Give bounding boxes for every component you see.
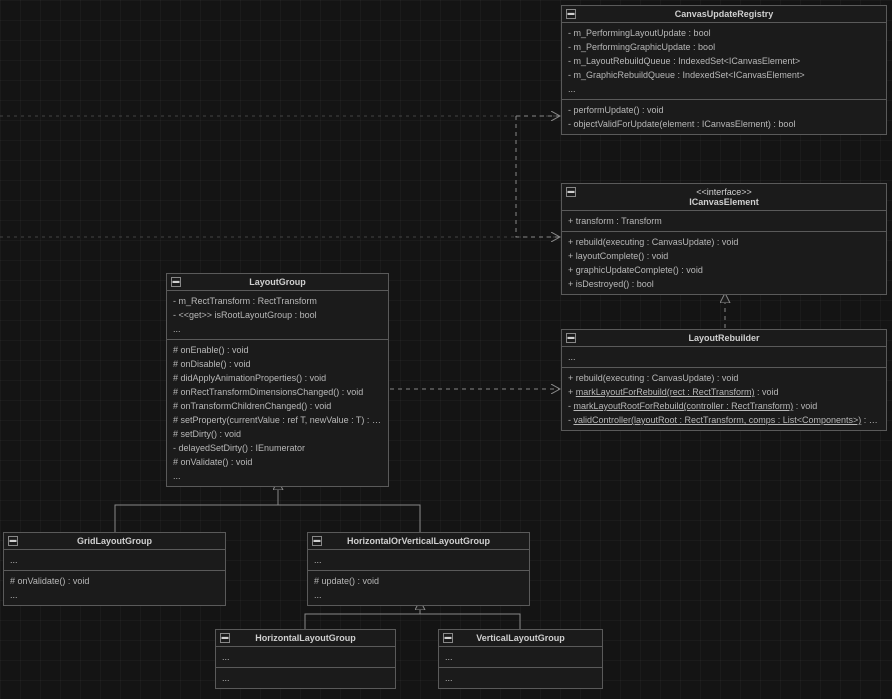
class-name: HorizontalOrVerticalLayoutGroup: [347, 536, 490, 546]
collapse-icon[interactable]: ▬: [443, 633, 453, 643]
attributes-section: - m_RectTransform : RectTransform - <<ge…: [167, 291, 388, 340]
attribute: - m_LayoutRebuildQueue : IndexedSet<ICan…: [568, 54, 880, 68]
operations-section: # update() : void ...: [308, 571, 529, 605]
operation: # onEnable() : void: [173, 343, 382, 357]
class-name: HorizontalLayoutGroup: [255, 633, 356, 643]
operation: # setDirty() : void: [173, 427, 382, 441]
class-layout-group[interactable]: ▬ LayoutGroup - m_RectTransform : RectTr…: [166, 273, 389, 487]
class-title: ▬ LayoutRebuilder: [562, 330, 886, 347]
attribute: ...: [568, 82, 880, 96]
class-name: LayoutRebuilder: [688, 333, 759, 343]
class-layout-rebuilder[interactable]: ▬ LayoutRebuilder ... + rebuild(executin…: [561, 329, 887, 431]
operations-section: + rebuild(executing : CanvasUpdate) : vo…: [562, 232, 886, 294]
operation: - performUpdate() : void: [568, 103, 880, 117]
attributes-section: ...: [216, 647, 395, 668]
class-name: LayoutGroup: [249, 277, 306, 287]
attribute: ...: [173, 322, 382, 336]
class-name: VerticalLayoutGroup: [476, 633, 565, 643]
attributes-section: ...: [4, 550, 225, 571]
attributes-section: + transform : Transform: [562, 211, 886, 232]
interface-icanvas-element[interactable]: ▬ <<interface>> ICanvasElement + transfo…: [561, 183, 887, 295]
class-horizontal-or-vertical-layout-group[interactable]: ▬ HorizontalOrVerticalLayoutGroup ... # …: [307, 532, 530, 606]
collapse-icon[interactable]: ▬: [566, 187, 576, 197]
class-name: ICanvasElement: [689, 197, 759, 207]
operation: - delayedSetDirty() : IEnumerator: [173, 441, 382, 455]
operation: # onRectTransformDimensionsChanged() : v…: [173, 385, 382, 399]
operation: + isDestroyed() : bool: [568, 277, 880, 291]
class-name: GridLayoutGroup: [77, 536, 152, 546]
collapse-icon[interactable]: ▬: [171, 277, 181, 287]
class-canvas-update-registry[interactable]: ▬ CanvasUpdateRegistry - m_PerformingLay…: [561, 5, 887, 135]
attribute: ...: [222, 650, 389, 664]
attributes-section: ...: [439, 647, 602, 668]
attribute: - m_PerformingLayoutUpdate : bool: [568, 26, 880, 40]
operation: + rebuild(executing : CanvasUpdate) : vo…: [568, 371, 880, 385]
class-title: ▬ CanvasUpdateRegistry: [562, 6, 886, 23]
class-vertical-layout-group[interactable]: ▬ VerticalLayoutGroup ... ...: [438, 629, 603, 689]
class-title: ▬ HorizontalOrVerticalLayoutGroup: [308, 533, 529, 550]
collapse-icon[interactable]: ▬: [566, 333, 576, 343]
attributes-section: ...: [562, 347, 886, 368]
operations-section: + rebuild(executing : CanvasUpdate) : vo…: [562, 368, 886, 430]
operation: ...: [10, 588, 219, 602]
class-name: CanvasUpdateRegistry: [675, 9, 774, 19]
operation: # onDisable() : void: [173, 357, 382, 371]
collapse-icon[interactable]: ▬: [566, 9, 576, 19]
attribute: + transform : Transform: [568, 214, 880, 228]
operation: # didApplyAnimationProperties() : void: [173, 371, 382, 385]
operations-section: # onValidate() : void ...: [4, 571, 225, 605]
attributes-section: ...: [308, 550, 529, 571]
attribute: ...: [568, 350, 880, 364]
class-title: ▬ <<interface>> ICanvasElement: [562, 184, 886, 211]
collapse-icon[interactable]: ▬: [220, 633, 230, 643]
collapse-icon[interactable]: ▬: [312, 536, 322, 546]
operation: + rebuild(executing : CanvasUpdate) : vo…: [568, 235, 880, 249]
attribute: ...: [10, 553, 219, 567]
attribute: - m_GraphicRebuildQueue : IndexedSet<ICa…: [568, 68, 880, 82]
operations-section: ...: [216, 668, 395, 688]
operation: # onValidate() : void: [173, 455, 382, 469]
operation: # update() : void: [314, 574, 523, 588]
operations-section: # onEnable() : void # onDisable() : void…: [167, 340, 388, 486]
class-horizontal-layout-group[interactable]: ▬ HorizontalLayoutGroup ... ...: [215, 629, 396, 689]
operation: ...: [222, 671, 389, 685]
operation: # setProperty(currentValue : ref T, newV…: [173, 413, 382, 427]
operation: # onTransformChildrenChanged() : void: [173, 399, 382, 413]
class-title: ▬ HorizontalLayoutGroup: [216, 630, 395, 647]
attribute: ...: [314, 553, 523, 567]
class-title: ▬ LayoutGroup: [167, 274, 388, 291]
collapse-icon[interactable]: ▬: [8, 536, 18, 546]
attribute: - m_RectTransform : RectTransform: [173, 294, 382, 308]
class-title: ▬ VerticalLayoutGroup: [439, 630, 602, 647]
attributes-section: - m_PerformingLayoutUpdate : bool - m_Pe…: [562, 23, 886, 100]
class-grid-layout-group[interactable]: ▬ GridLayoutGroup ... # onValidate() : v…: [3, 532, 226, 606]
operation: - markLayoutRootForRebuild(controller : …: [568, 399, 880, 413]
operation: - objectValidForUpdate(element : ICanvas…: [568, 117, 880, 131]
operation: - validController(layoutRoot : RectTrans…: [568, 413, 880, 427]
operation: # onValidate() : void: [10, 574, 219, 588]
class-title: ▬ GridLayoutGroup: [4, 533, 225, 550]
operation: + graphicUpdateComplete() : void: [568, 263, 880, 277]
operation: ...: [173, 469, 382, 483]
operation: ...: [314, 588, 523, 602]
attribute: - m_PerformingGraphicUpdate : bool: [568, 40, 880, 54]
operation: ...: [445, 671, 596, 685]
attribute: - <<get>> isRootLayoutGroup : bool: [173, 308, 382, 322]
stereotype: <<interface>>: [566, 187, 882, 197]
operation: + markLayoutForRebuild(rect : RectTransf…: [568, 385, 880, 399]
operation: + layoutComplete() : void: [568, 249, 880, 263]
attribute: ...: [445, 650, 596, 664]
operations-section: - performUpdate() : void - objectValidFo…: [562, 100, 886, 134]
operations-section: ...: [439, 668, 602, 688]
